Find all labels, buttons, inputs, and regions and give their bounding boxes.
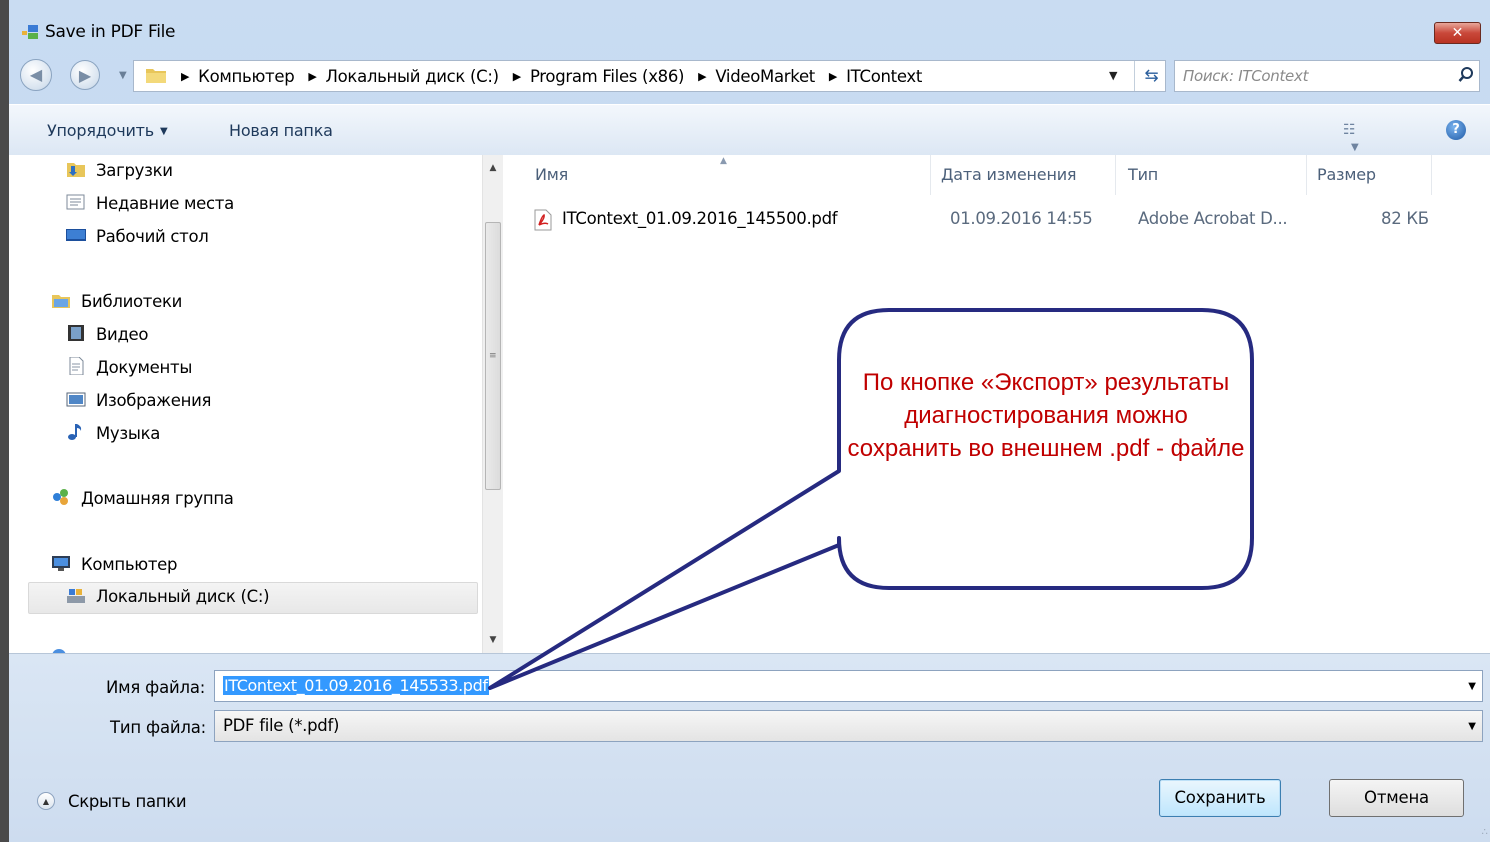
- column-separator[interactable]: [1306, 155, 1307, 195]
- sort-ascending-icon: ▲: [720, 156, 727, 166]
- filename-field[interactable]: ITContext_01.09.2016_145533.pdf ▼: [214, 670, 1483, 702]
- refresh-icon: ⇆: [1144, 66, 1159, 86]
- close-icon: ✕: [1451, 25, 1464, 41]
- hide-folders-label: Скрыть папки: [68, 792, 187, 811]
- music-icon: [68, 424, 82, 440]
- column-header-type[interactable]: Тип: [1128, 165, 1158, 184]
- chevron-right-icon: ▶: [698, 70, 707, 83]
- breadcrumb-item[interactable]: VideoMarket: [715, 67, 815, 86]
- chevron-down-icon: ▼: [160, 126, 168, 137]
- filetype-value: PDF file (*.pdf): [223, 716, 340, 735]
- pictures-icon: [66, 392, 86, 407]
- desktop-icon: [66, 229, 86, 241]
- nav-item-label: Загрузки: [96, 161, 173, 180]
- nav-item-label: Документы: [96, 358, 193, 377]
- column-separator[interactable]: [1115, 155, 1116, 195]
- navigation-bar: ◀ ▶ ▼ ▶ Компьютер ▶ Локальный диск (C:) ▶ P…: [9, 56, 1490, 98]
- column-separator[interactable]: [1431, 155, 1432, 195]
- nav-item-label: Музыка: [96, 424, 161, 443]
- chevron-right-icon: ▶: [512, 70, 521, 83]
- forward-button[interactable]: ▶: [70, 60, 100, 90]
- computer-icon: [52, 556, 70, 571]
- new-folder-button[interactable]: Новая папка: [229, 121, 333, 140]
- breadcrumb-item[interactable]: Program Files (x86): [530, 67, 685, 86]
- file-type: Adobe Acrobat D...: [1138, 209, 1288, 228]
- filename-label: Имя файла:: [106, 678, 206, 697]
- chevron-right-icon: ▶: [828, 70, 838, 83]
- save-dialog: Save in PDF File ✕ ◀ ▶ ▼ ▶ Компьютер ▶ Лок…: [9, 0, 1490, 842]
- title-bar: Save in PDF File ✕: [9, 0, 1490, 56]
- column-header-size[interactable]: Размер: [1317, 165, 1376, 184]
- libraries-icon: [52, 295, 70, 308]
- file-size: 82 КБ: [1381, 209, 1429, 228]
- filetype-label: Тип файла:: [110, 718, 206, 737]
- filename-value[interactable]: ITContext_01.09.2016_145533.pdf: [223, 676, 489, 695]
- scrollbar-thumb[interactable]: ≡: [485, 222, 501, 490]
- arrow-right-icon: ▶: [78, 66, 92, 85]
- refresh-button[interactable]: ⇆: [1134, 61, 1168, 91]
- nav-item-label: Домашняя группа: [81, 489, 234, 508]
- column-separator[interactable]: [930, 155, 931, 195]
- callout-text: По кнопке «Экспорт» результаты диагности…: [847, 369, 1245, 462]
- nav-item-label: Недавние места: [96, 194, 234, 213]
- organize-button[interactable]: Упорядочить ▼: [47, 121, 168, 140]
- chevron-down-icon[interactable]: ▼: [1468, 681, 1476, 692]
- downloads-folder-icon: [67, 163, 85, 177]
- back-button[interactable]: ◀: [20, 59, 52, 91]
- nav-item-label: Видео: [96, 325, 149, 344]
- organize-label: Упорядочить: [47, 121, 155, 140]
- help-icon[interactable]: ?: [1446, 120, 1466, 140]
- navigation-pane: Загрузки Недавние места Рабочий стол Биб…: [9, 155, 482, 653]
- homegroup-icon: [53, 489, 68, 505]
- resize-grip-icon[interactable]: ∴: [1482, 827, 1489, 838]
- close-button[interactable]: ✕: [1434, 22, 1481, 44]
- recent-locations-dropdown-icon[interactable]: ▼: [119, 70, 127, 81]
- breadcrumb-item[interactable]: ITContext: [846, 67, 922, 86]
- breadcrumb: ▶ Компьютер ▶ Локальный диск (C:) ▶ Program…: [172, 67, 922, 86]
- file-row[interactable]: ITContext_01.09.2016_145500.pdf 01.09.20…: [533, 207, 1433, 233]
- nav-item-label: Рабочий стол: [96, 227, 209, 246]
- column-header-date[interactable]: Дата изменения: [941, 165, 1077, 184]
- nav-item-label: Компьютер: [81, 555, 178, 574]
- chevron-right-icon: ▶: [308, 70, 317, 83]
- arrow-left-icon: ◀: [29, 65, 43, 84]
- address-history-dropdown-icon[interactable]: ▼: [1109, 69, 1117, 82]
- breadcrumb-item[interactable]: Компьютер: [198, 67, 295, 86]
- chevron-down-icon[interactable]: ▼: [1468, 721, 1476, 732]
- nav-item-local-disk[interactable]: Локальный диск (C:): [28, 582, 478, 614]
- folder-icon: [146, 69, 166, 83]
- command-toolbar: Упорядочить ▼ Новая папка ☷ ▼ ?: [9, 104, 1490, 156]
- window-title: Save in PDF File: [45, 22, 176, 42]
- filetype-select[interactable]: PDF file (*.pdf) ▼: [214, 710, 1483, 742]
- cancel-button[interactable]: Отмена: [1329, 779, 1464, 817]
- video-icon: [68, 325, 84, 341]
- chevron-right-icon: ▶: [181, 70, 190, 83]
- change-view-icon[interactable]: ☷ ▼: [1343, 122, 1373, 153]
- save-panel: Имя файла: ITContext_01.09.2016_145533.p…: [9, 653, 1490, 842]
- breadcrumb-item[interactable]: Локальный диск (C:): [326, 67, 500, 86]
- file-name: ITContext_01.09.2016_145500.pdf: [562, 209, 838, 228]
- file-date: 01.09.2016 14:55: [950, 209, 1093, 228]
- recent-places-icon: [66, 194, 85, 210]
- app-icon: [22, 25, 38, 39]
- column-header-name[interactable]: Имя: [535, 165, 568, 184]
- nav-item-label: Библиотеки: [81, 292, 183, 311]
- grip-icon: ≡: [489, 351, 497, 361]
- scroll-down-icon[interactable]: ▼: [483, 635, 503, 651]
- chevron-up-icon: ▲: [37, 792, 55, 810]
- nav-item-label: Изображения: [96, 391, 212, 410]
- documents-icon: [69, 357, 84, 375]
- scroll-up-icon[interactable]: ▲: [483, 163, 503, 179]
- save-button[interactable]: Сохранить: [1159, 779, 1281, 817]
- search-icon[interactable]: [1458, 65, 1474, 85]
- pdf-file-icon: [534, 209, 552, 231]
- nav-item-label: Локальный диск (C:): [96, 587, 270, 606]
- local-disk-icon: [67, 589, 85, 603]
- address-bar[interactable]: ▶ Компьютер ▶ Локальный диск (C:) ▶ Program…: [133, 60, 1166, 92]
- browser-area: Загрузки Недавние места Рабочий стол Биб…: [9, 155, 1490, 653]
- search-input[interactable]: [1181, 65, 1440, 87]
- search-box: [1174, 60, 1480, 92]
- navigation-scrollbar[interactable]: ▲ ≡ ▼: [482, 155, 503, 653]
